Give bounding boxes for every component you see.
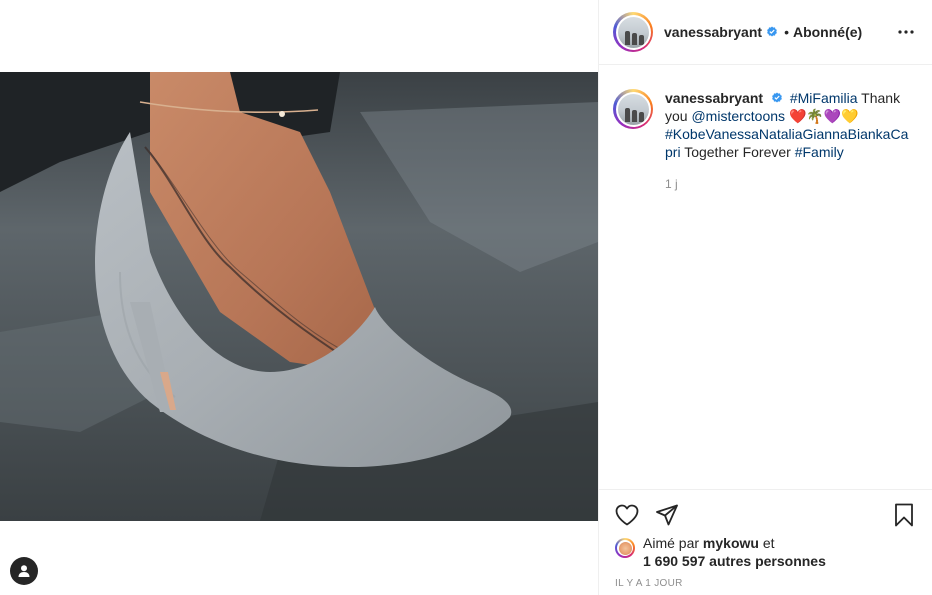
paper-plane-icon xyxy=(656,504,678,525)
author-username-header[interactable]: vanessabryant xyxy=(664,24,778,40)
hashtag-family[interactable]: #Family xyxy=(795,144,844,160)
photo-illustration xyxy=(0,72,598,521)
caption-emojis: ❤️🌴💜💛 xyxy=(788,108,859,124)
verified-badge-icon xyxy=(767,26,777,37)
caption-author-username[interactable]: vanessabryant xyxy=(665,90,763,106)
post-date[interactable]: IL Y A 1 JOUR xyxy=(615,578,683,589)
caption-area: vanessabryant #MiFamilia Thank you @mist… xyxy=(599,65,932,193)
post-photo[interactable] xyxy=(0,72,598,521)
heart-icon xyxy=(615,504,639,525)
header-dot-separator: • xyxy=(784,24,789,40)
likes-prefix: Aimé par xyxy=(643,535,700,551)
likes-count[interactable]: 1 690 597 autres personnes xyxy=(643,553,826,569)
bookmark-icon xyxy=(895,503,913,526)
likes-row: Aimé par mykowu et 1 690 597 autres pers… xyxy=(615,534,918,570)
caption: vanessabryant #MiFamilia Thank you @mist… xyxy=(665,89,909,193)
save-button[interactable] xyxy=(890,501,918,529)
viewer-avatar[interactable] xyxy=(10,557,38,585)
hashtag-mifamilia[interactable]: #MiFamilia xyxy=(790,90,858,106)
caption-timestamp[interactable]: 1 j xyxy=(665,175,909,193)
more-options-icon xyxy=(898,30,914,34)
post-info-pane: vanessabryant • Abonné(e) vanessabryant … xyxy=(598,0,932,595)
liker-username[interactable]: mykowu xyxy=(703,535,759,551)
user-silhouette-icon xyxy=(18,565,30,577)
likes-summary: Aimé par mykowu et 1 690 597 autres pers… xyxy=(643,534,826,570)
likes-joiner: et xyxy=(762,535,775,551)
liker-avatar[interactable] xyxy=(615,538,635,558)
caption-text-2: Together Forever xyxy=(684,144,791,160)
media-pane xyxy=(0,0,598,595)
like-button[interactable] xyxy=(613,501,641,529)
verified-badge-icon xyxy=(772,92,782,103)
action-bar xyxy=(599,489,932,539)
follow-state-button[interactable]: Abonné(e) xyxy=(793,24,862,40)
author-avatar[interactable] xyxy=(613,12,653,52)
mention-misterctoons[interactable]: @misterctoons xyxy=(691,108,785,124)
share-button[interactable] xyxy=(653,501,681,529)
author-username[interactable]: vanessabryant xyxy=(664,24,762,40)
caption-author-avatar[interactable] xyxy=(613,89,653,129)
more-options-button[interactable] xyxy=(894,20,918,44)
post-header: vanessabryant • Abonné(e) xyxy=(599,0,932,65)
